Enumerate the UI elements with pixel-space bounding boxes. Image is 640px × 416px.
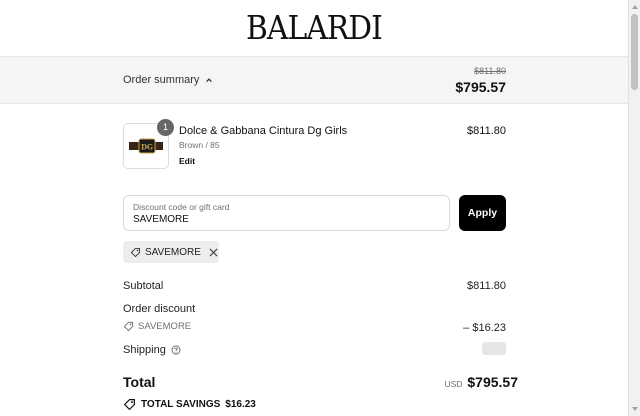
total-savings: TOTAL SAVINGS $16.23 bbox=[123, 398, 256, 411]
item-variant: Brown / 85 bbox=[179, 140, 220, 150]
savings-value: $16.23 bbox=[225, 399, 256, 410]
applied-discount-chip: SAVEMORE bbox=[123, 241, 219, 263]
discount-code-field[interactable]: Discount code or gift card SAVEMORE bbox=[123, 195, 450, 231]
tag-icon bbox=[130, 247, 141, 257]
scrollbar[interactable] bbox=[628, 0, 640, 416]
total-amount: $795.57 bbox=[467, 374, 518, 390]
scroll-up-arrow-icon[interactable] bbox=[631, 3, 639, 11]
brand-logo[interactable]: BALARDI bbox=[31, 8, 596, 47]
discount-field-value[interactable]: SAVEMORE bbox=[133, 214, 189, 225]
chevron-up-icon bbox=[206, 78, 213, 83]
help-circle-icon[interactable] bbox=[171, 345, 181, 355]
order-summary-label: Order summary bbox=[123, 74, 200, 86]
subtotal-label: Subtotal bbox=[123, 280, 164, 292]
belt-image: DG bbox=[129, 138, 163, 154]
order-discount-row: Order discount bbox=[123, 303, 506, 315]
scroll-down-arrow-icon[interactable] bbox=[631, 405, 639, 413]
currency-code: USD bbox=[444, 379, 463, 389]
discount-code-name: SAVEMORE bbox=[138, 321, 192, 332]
scrollbar-thumb[interactable] bbox=[631, 14, 638, 90]
total-label: Total bbox=[123, 374, 156, 390]
total-amount-group: USD $795.57 bbox=[444, 374, 518, 390]
discount-field-label: Discount code or gift card bbox=[133, 202, 230, 212]
item-price: $811.80 bbox=[467, 125, 506, 137]
shipping-label: Shipping bbox=[123, 344, 166, 356]
apply-button[interactable]: Apply bbox=[459, 195, 506, 231]
summary-original-total: $811.80 bbox=[474, 66, 506, 76]
subtotal-value: $811.80 bbox=[467, 280, 506, 292]
edit-item-link[interactable]: Edit bbox=[179, 156, 195, 166]
order-summary-toggle[interactable]: Order summary bbox=[123, 74, 213, 86]
cart-item: DG 1 Dolce & Gabbana Cintura Dg Girls Br… bbox=[123, 119, 506, 171]
tag-icon bbox=[123, 321, 134, 332]
discount-code-line: SAVEMORE bbox=[123, 321, 506, 332]
tag-icon bbox=[124, 399, 135, 410]
shipping-value-placeholder bbox=[482, 342, 506, 355]
subtotal-row: Subtotal $811.80 bbox=[123, 280, 506, 292]
discount-value: – $16.23 bbox=[463, 322, 506, 334]
remove-discount-button[interactable] bbox=[209, 246, 219, 258]
order-summary-bar[interactable]: Order summary $811.80 $795.57 bbox=[0, 57, 628, 104]
close-icon bbox=[209, 247, 218, 257]
quantity-badge: 1 bbox=[157, 119, 174, 136]
applied-discount-code: SAVEMORE bbox=[144, 246, 201, 258]
svg-text:DG: DG bbox=[141, 143, 153, 152]
savings-label: TOTAL SAVINGS bbox=[141, 399, 221, 410]
order-discount-label: Order discount bbox=[123, 303, 196, 315]
discount-detail-row: SAVEMORE – $16.23 bbox=[123, 321, 506, 334]
item-name: Dolce & Gabbana Cintura Dg Girls bbox=[179, 125, 348, 137]
site-header: BALARDI bbox=[0, 0, 628, 57]
shipping-row: Shipping bbox=[123, 342, 506, 356]
summary-total: $795.57 bbox=[455, 79, 506, 95]
